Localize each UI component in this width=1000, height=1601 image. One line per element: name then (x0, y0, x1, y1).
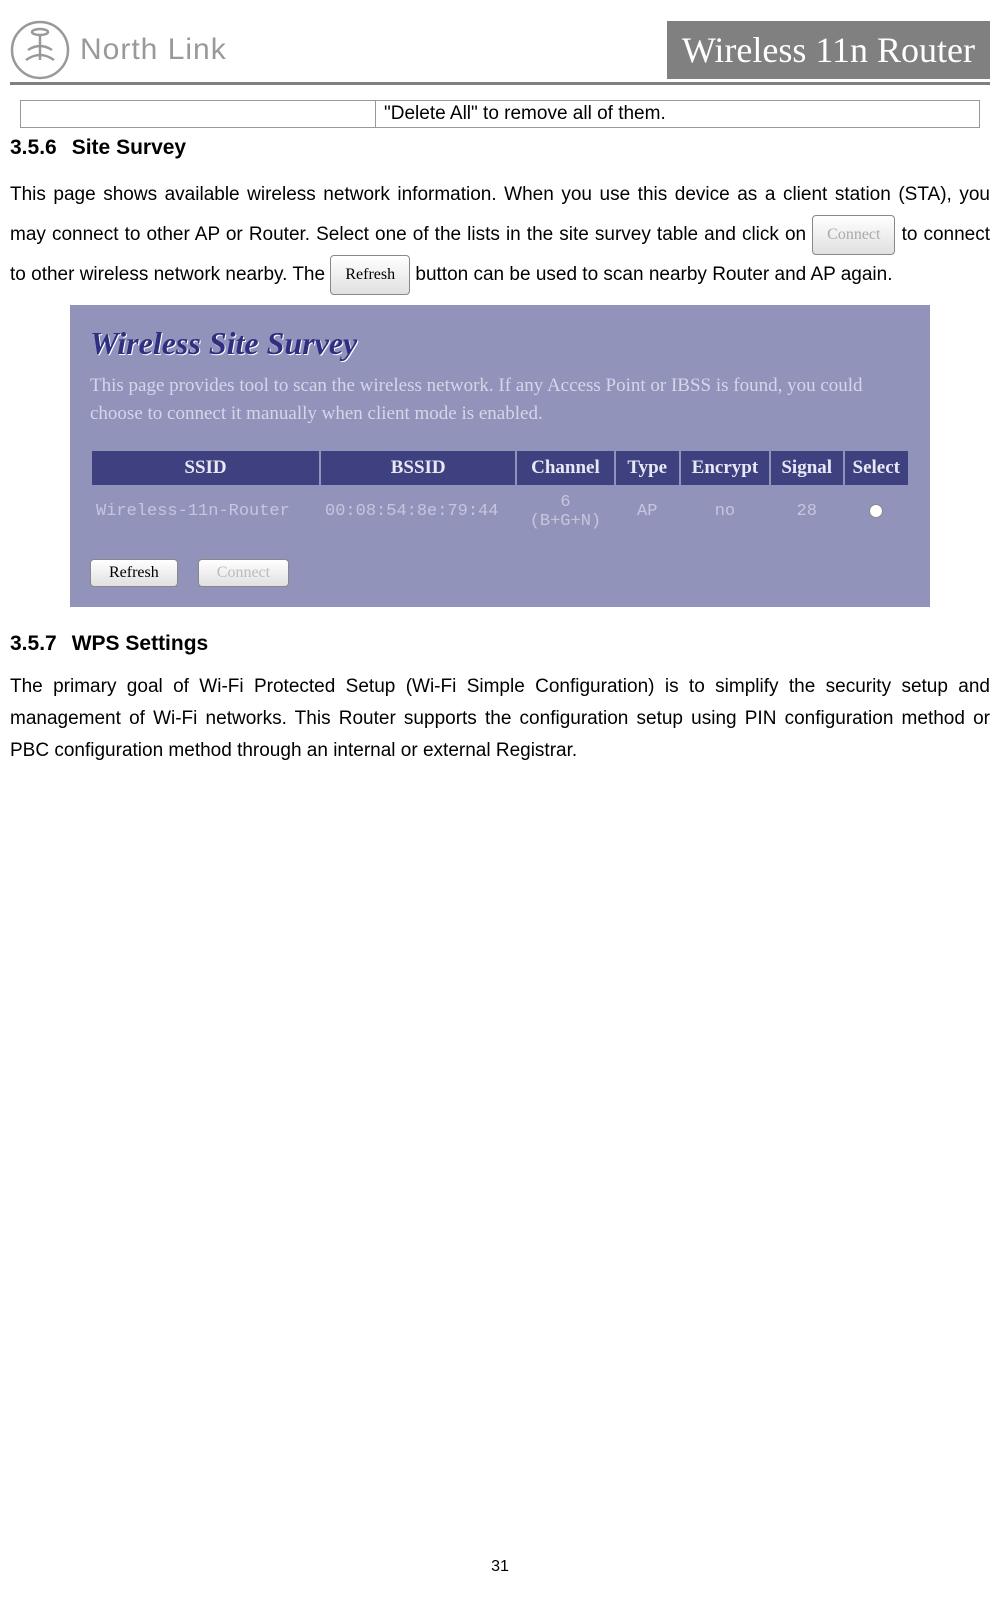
th-bssid: BSSID (320, 450, 516, 486)
section-wps-settings: 3.5.7 WPS Settings The primary goal of Wi… (10, 632, 990, 768)
site-survey-screenshot: Wireless Site Survey This page provides … (70, 305, 930, 607)
td-channel: 6 (B+G+N) (516, 486, 614, 538)
table-row: Wireless-11n-Router 00:08:54:8e:79:44 6 … (91, 486, 909, 538)
survey-table: SSID BSSID Channel Type Encrypt Signal S… (90, 449, 910, 539)
section1-paragraph: This page shows available wireless netwo… (10, 175, 990, 295)
section-heading-1: 3.5.6 Site Survey (10, 136, 990, 160)
page-container: North Link Wireless 11n Router "Delete A… (0, 0, 1000, 768)
table-empty-cell (21, 101, 376, 127)
select-radio[interactable] (869, 504, 883, 518)
northlink-logo-icon (10, 20, 70, 80)
section-title-2: WPS Settings (72, 632, 209, 655)
para1-part3: button can be used to scan nearby Router… (415, 264, 892, 285)
section-heading-2: 3.5.7 WPS Settings (10, 632, 990, 656)
table-row-snippet: "Delete All" to remove all of them. (20, 100, 980, 128)
td-bssid: 00:08:54:8e:79:44 (320, 486, 516, 538)
screenshot-buttons: Refresh Connect (90, 559, 910, 587)
page-number: 31 (0, 1558, 1000, 1576)
table-header-row: SSID BSSID Channel Type Encrypt Signal S… (91, 450, 909, 486)
section-number-1: 3.5.6 (10, 136, 57, 159)
section2-paragraph: The primary goal of Wi-Fi Protected Setu… (10, 671, 990, 768)
th-select: Select (844, 450, 909, 486)
connect-button-inline: Connect (812, 215, 895, 255)
table-text-cell: "Delete All" to remove all of them. (376, 101, 979, 127)
th-ssid: SSID (91, 450, 320, 486)
th-channel: Channel (516, 450, 614, 486)
screenshot-title: Wireless Site Survey (90, 325, 910, 362)
td-select (844, 486, 909, 538)
td-encrypt: no (680, 486, 770, 538)
td-ssid: Wireless-11n-Router (91, 486, 320, 538)
th-encrypt: Encrypt (680, 450, 770, 486)
refresh-button[interactable]: Refresh (90, 559, 178, 587)
section-title-1: Site Survey (72, 136, 186, 159)
td-type: AP (615, 486, 680, 538)
connect-button[interactable]: Connect (198, 559, 289, 587)
channel-mode: (B+G+N) (530, 512, 601, 531)
refresh-button-inline: Refresh (330, 255, 410, 295)
logo-area: North Link (10, 20, 227, 80)
section-site-survey: 3.5.6 Site Survey This page shows availab… (10, 136, 990, 607)
document-title: Wireless 11n Router (667, 21, 990, 79)
th-signal: Signal (770, 450, 844, 486)
th-type: Type (615, 450, 680, 486)
section-number-2: 3.5.7 (10, 632, 57, 655)
td-signal: 28 (770, 486, 844, 538)
channel-number: 6 (560, 493, 570, 512)
page-header: North Link Wireless 11n Router (10, 20, 990, 85)
screenshot-description: This page provides tool to scan the wire… (90, 372, 910, 429)
logo-text: North Link (80, 33, 227, 67)
